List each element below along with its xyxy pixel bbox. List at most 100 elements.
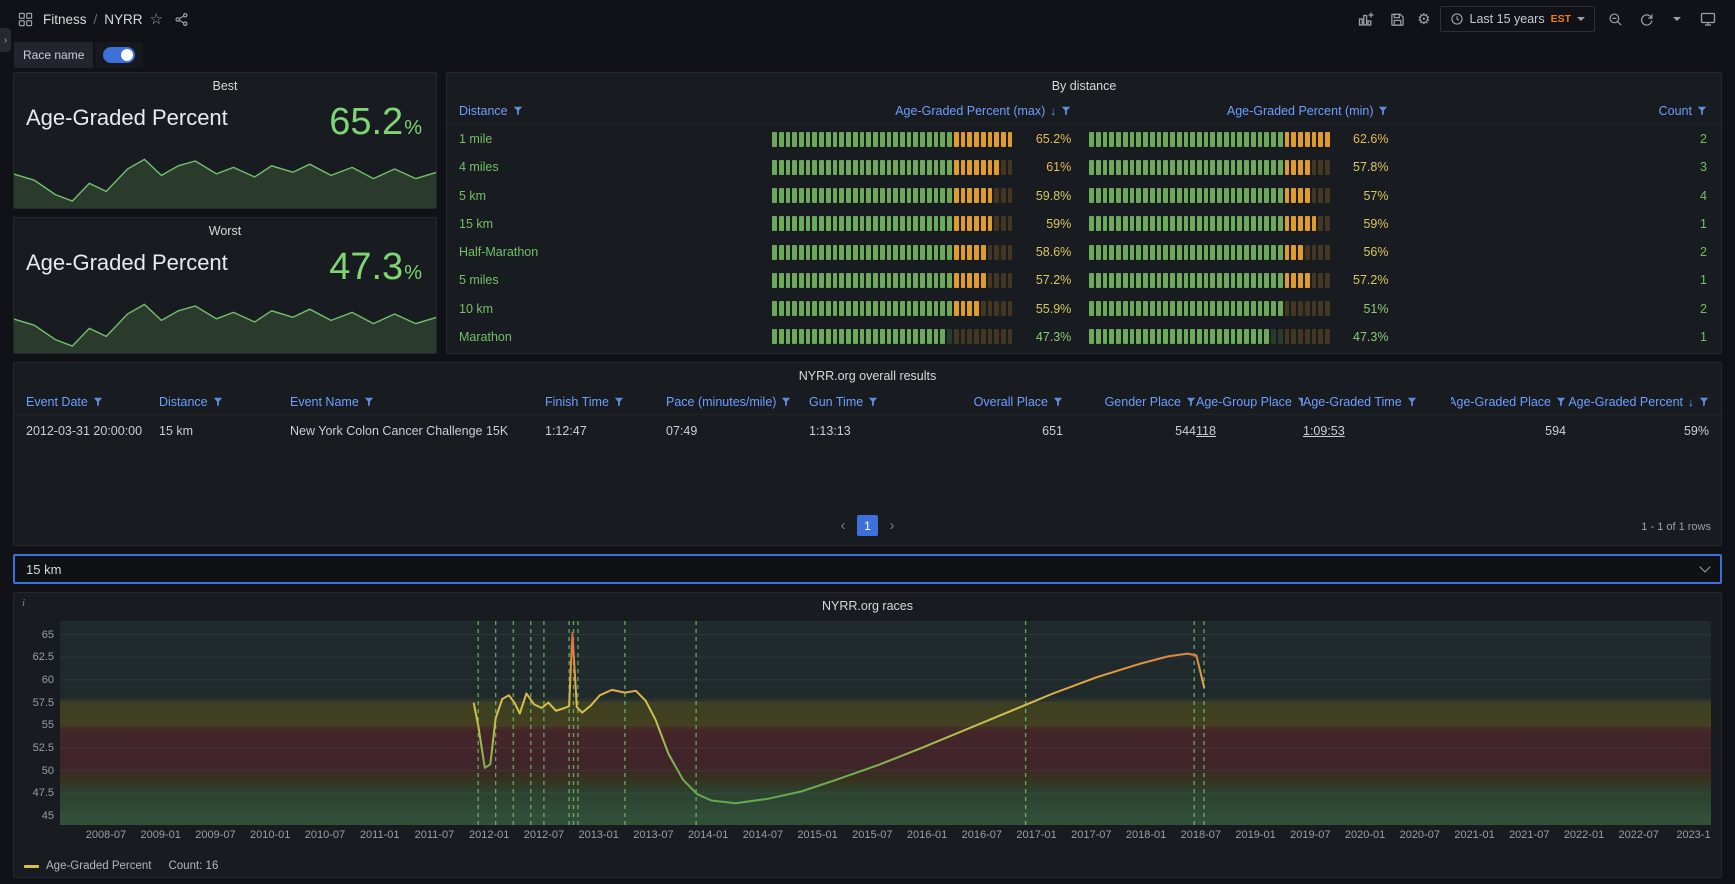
filter-icon[interactable]	[1061, 106, 1071, 116]
panel-title[interactable]: Worst	[14, 218, 436, 244]
gauge-segment	[1244, 301, 1249, 317]
column-header-agp-min[interactable]: Age-Graded Percent (min)	[1085, 104, 1402, 118]
column-header[interactable]: Gun Time	[809, 395, 930, 409]
column-header[interactable]: Pace (minutes/mile)	[666, 395, 809, 409]
x-tick-label: 2021-07	[1509, 829, 1550, 841]
gauge-value: 62.6%	[1353, 132, 1389, 147]
result-cell[interactable]: 1:09:53	[1303, 424, 1451, 438]
gauge-segment	[1298, 131, 1303, 147]
gauge-segment	[980, 301, 986, 317]
filter-icon[interactable]	[213, 397, 223, 407]
toggle-switch[interactable]	[103, 47, 136, 63]
gauge-segment	[832, 244, 838, 260]
filter-icon[interactable]	[1186, 397, 1196, 407]
gauge-segment	[1311, 216, 1317, 232]
gauge-segment	[900, 159, 905, 175]
prev-page-button[interactable]: ‹	[836, 517, 850, 534]
time-range-picker[interactable]: Last 15 years EST	[1439, 6, 1595, 32]
gauge-segment	[920, 188, 925, 204]
column-header[interactable]: Age-Graded Percent ↓	[1566, 395, 1709, 409]
gauge-segment	[785, 301, 791, 317]
kiosk-mode-button[interactable]	[1697, 8, 1719, 30]
result-cell[interactable]: 118	[1196, 424, 1303, 438]
filter-icon[interactable]	[364, 397, 374, 407]
refresh-button[interactable]	[1635, 8, 1657, 30]
panel-title[interactable]: By distance	[447, 73, 1721, 99]
gauge-segment	[866, 301, 872, 317]
gauge-segment	[1129, 159, 1135, 175]
panel-title[interactable]: NYRR.org races	[14, 593, 1721, 619]
apps-menu-button[interactable]	[14, 8, 36, 30]
gauge-segment	[1156, 244, 1162, 260]
column-header[interactable]: Event Name	[290, 395, 545, 409]
sort-desc-icon: ↓	[1688, 394, 1694, 409]
time-series-plot[interactable]	[60, 621, 1711, 825]
y-axis-labels: 65 62.5 60 57.5 55 52.5 50 47.5 45	[14, 621, 54, 825]
column-header[interactable]: Overall Place	[930, 395, 1063, 409]
gauge-segment	[1102, 244, 1108, 260]
gauge-segment	[947, 216, 952, 232]
filter-icon[interactable]	[1556, 397, 1566, 407]
filter-icon[interactable]	[1378, 106, 1388, 116]
settings-button[interactable]: ⚙	[1417, 12, 1430, 27]
gauge-segment	[1203, 131, 1209, 147]
gauge-segment	[1089, 329, 1094, 345]
current-page-button[interactable]: 1	[857, 515, 878, 536]
column-header[interactable]: Finish Time	[545, 395, 666, 409]
sidebar-expand-handle[interactable]: ›	[0, 28, 11, 52]
column-header[interactable]: Age-Group Place	[1196, 395, 1303, 409]
breadcrumb-app[interactable]: Fitness	[43, 12, 87, 27]
column-header[interactable]: Distance	[159, 395, 290, 409]
zoom-out-button[interactable]	[1604, 8, 1626, 30]
gauge-segment	[1122, 188, 1128, 204]
gauge-segment	[900, 131, 905, 147]
column-header[interactable]: Event Date	[26, 395, 159, 409]
column-header-agp-max[interactable]: Age-Graded Percent (max) ↓	[768, 104, 1085, 118]
panel-title[interactable]: NYRR.org overall results	[14, 363, 1721, 389]
chart-legend-item[interactable]: Age-Graded Percent Count: 16	[24, 860, 218, 872]
gauge-segment	[1143, 131, 1148, 147]
breadcrumb-page[interactable]: NYRR	[104, 12, 142, 27]
filter-icon[interactable]	[1699, 397, 1709, 407]
next-page-button[interactable]: ›	[885, 517, 899, 534]
gauge-segment	[1223, 216, 1229, 232]
star-icon[interactable]: ☆	[150, 12, 163, 27]
filter-icon[interactable]	[614, 397, 624, 407]
column-header[interactable]: Age-Graded Time	[1303, 395, 1451, 409]
panel-title[interactable]: Best	[14, 73, 436, 99]
filter-icon[interactable]	[1697, 106, 1707, 116]
refresh-interval-dropdown[interactable]	[1666, 8, 1688, 30]
column-header-count[interactable]: Count	[1402, 104, 1721, 118]
cell-link[interactable]: 118	[1196, 424, 1216, 438]
filter-icon[interactable]	[868, 397, 878, 407]
gauge-value: 55.9%	[1035, 301, 1072, 316]
gauge-segment	[1190, 131, 1196, 147]
column-header[interactable]: Age-Graded Place	[1451, 395, 1566, 409]
distance-select[interactable]: 15 km	[13, 554, 1722, 584]
filter-icon[interactable]	[93, 397, 103, 407]
filter-icon[interactable]	[781, 397, 791, 407]
cell-link[interactable]: 1:09:53	[1303, 424, 1345, 438]
gauge-segment	[980, 329, 986, 345]
gauge-segment	[994, 159, 1000, 175]
gauge-segment	[994, 244, 1000, 260]
column-header-distance[interactable]: Distance	[447, 104, 768, 118]
sparkline-chart	[14, 290, 436, 353]
results-data-row: 2012-03-31 20:00:00 15 km New York Colon C…	[14, 415, 1721, 446]
filter-icon[interactable]	[1053, 397, 1063, 407]
save-dashboard-button[interactable]	[1386, 8, 1408, 30]
race-name-toggle[interactable]	[95, 42, 144, 68]
add-panel-button[interactable]	[1355, 8, 1377, 30]
column-header[interactable]: Gender Place	[1063, 395, 1196, 409]
gauge-segment	[1223, 301, 1229, 317]
panel-info-icon[interactable]: i	[22, 597, 25, 609]
gauge-segment	[866, 244, 872, 260]
lcd-gauge	[1089, 301, 1330, 317]
gauge-segment	[1136, 188, 1142, 204]
share-button[interactable]	[170, 8, 192, 30]
filter-icon[interactable]	[1407, 397, 1417, 407]
gauge-segment	[1291, 301, 1297, 317]
sort-desc-icon: ↓	[1050, 104, 1057, 118]
filter-icon[interactable]	[513, 106, 523, 116]
gauge-segment	[886, 244, 892, 260]
